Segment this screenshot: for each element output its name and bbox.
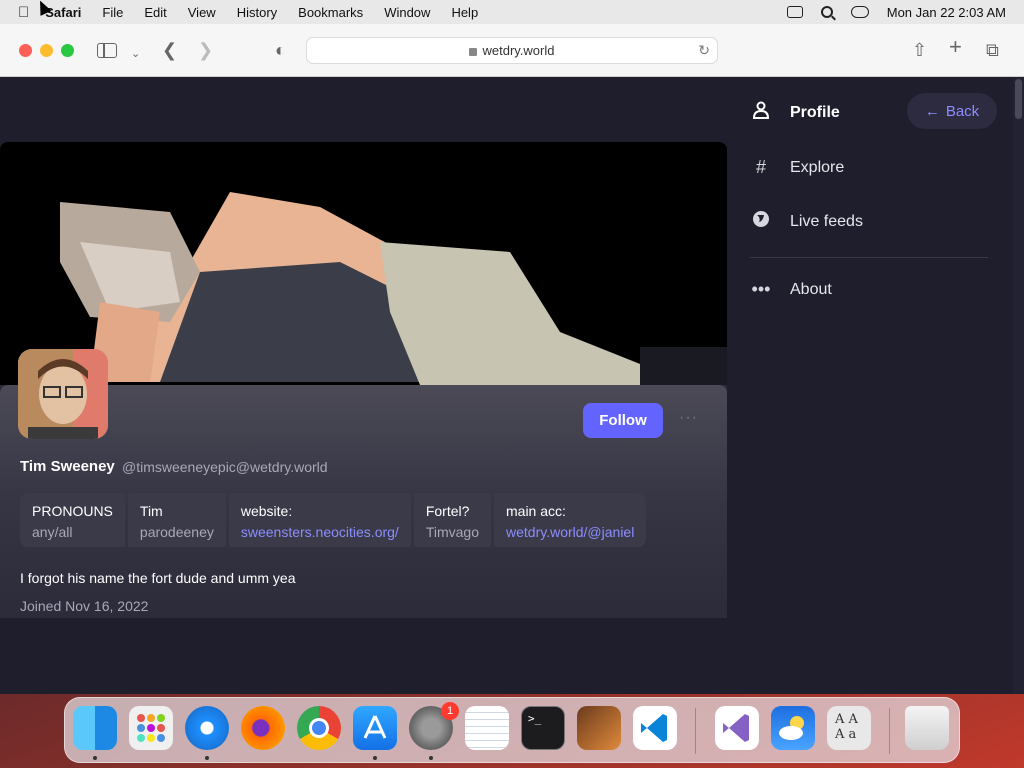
garageband-app-icon[interactable]	[577, 706, 621, 750]
vscode-app-icon[interactable]	[633, 706, 677, 750]
nav-divider	[750, 257, 988, 258]
address-bar[interactable]: wetdry.world ↻	[306, 37, 718, 64]
launchpad-app-icon[interactable]	[129, 706, 173, 750]
lock-icon	[469, 47, 478, 56]
share-icon[interactable]: ⇧	[912, 40, 927, 60]
profile-field: Tim parodeeney	[127, 493, 226, 547]
profile-header-image	[0, 142, 727, 385]
forward-nav-icon[interactable]: ❯	[198, 40, 213, 60]
avatar-image	[18, 349, 108, 439]
running-indicator	[429, 756, 433, 760]
running-indicator	[373, 756, 377, 760]
nav-item-about[interactable]: ••• About	[750, 279, 832, 300]
finder-app-icon[interactable]	[73, 706, 117, 750]
trash-icon[interactable]	[905, 706, 949, 750]
screen-mirroring-icon[interactable]	[786, 6, 803, 18]
dock-separator	[889, 708, 890, 754]
new-tab-icon[interactable]: +	[949, 36, 962, 58]
app-store-app-icon[interactable]	[353, 706, 397, 750]
follow-button[interactable]: Follow	[583, 403, 663, 438]
font-book-app-icon[interactable]: A AA a	[827, 706, 871, 750]
nav-item-label: Explore	[790, 158, 845, 176]
nav-item-label: Profile	[790, 103, 840, 121]
avatar[interactable]	[18, 349, 108, 439]
nav-item-label: About	[790, 280, 832, 298]
menubar-clock[interactable]: Mon Jan 22 2:03 AM	[887, 5, 1006, 20]
safari-toolbar: ⌄ ❮ ❯ ◐ wetdry.world ↻ ⇧ + ⧉	[0, 24, 1024, 77]
zoom-window-button[interactable]	[61, 44, 74, 57]
textedit-app-icon[interactable]	[465, 706, 509, 750]
window-controls	[19, 44, 74, 57]
address-bar-url: wetdry.world	[482, 43, 555, 58]
reload-icon[interactable]: ↻	[698, 38, 710, 63]
person-icon	[750, 101, 772, 124]
tab-overview-icon[interactable]: ⧉	[986, 40, 999, 60]
chevron-down-icon[interactable]: ⌄	[131, 44, 140, 64]
running-indicator	[93, 756, 97, 760]
safari-app-icon[interactable]	[185, 706, 229, 750]
nav-item-label: Live feeds	[790, 212, 863, 230]
close-window-button[interactable]	[19, 44, 32, 57]
dock-separator	[695, 708, 696, 754]
back-button-label: Back	[945, 102, 980, 120]
page-scrollbar[interactable]	[1013, 77, 1024, 694]
nav-item-profile[interactable]: Profile	[750, 101, 840, 124]
scrollbar-thumb[interactable]	[1015, 79, 1022, 119]
back-nav-icon[interactable]: ❮	[162, 40, 177, 60]
header-artwork	[0, 142, 727, 385]
globe-icon	[750, 210, 772, 233]
field-name: Fortel?	[425, 503, 470, 519]
menu-file[interactable]: File	[102, 5, 123, 20]
profile-field: Fortel? Timvago	[413, 493, 491, 547]
macos-dock: 1 >_ A AA a	[64, 697, 960, 763]
sidebar-toggle-icon[interactable]	[97, 43, 117, 58]
arrow-left-icon: ←	[924, 102, 940, 120]
minimize-window-button[interactable]	[40, 44, 53, 57]
nav-item-live-feeds[interactable]: Live feeds	[750, 210, 863, 233]
privacy-shield-icon[interactable]: ◐	[275, 40, 286, 60]
back-button[interactable]: ← Back	[907, 93, 997, 129]
spotlight-search-icon[interactable]	[820, 6, 833, 18]
profile-field: main acc: wetdry.world/@janiel	[494, 493, 647, 547]
field-value: Timvago	[425, 524, 479, 540]
menu-edit[interactable]: Edit	[144, 5, 166, 20]
firefox-app-icon[interactable]	[241, 706, 285, 750]
field-value: any/all	[32, 524, 73, 540]
menu-bookmarks[interactable]: Bookmarks	[298, 5, 363, 20]
profile-fields: PRONOUNS any/all Tim parodeeney website:…	[20, 493, 647, 547]
profile-field: website: sweensters.neocities.org/	[228, 493, 411, 547]
terminal-app-icon[interactable]: >_	[521, 706, 565, 750]
field-name: Tim	[139, 503, 163, 519]
more-options-button[interactable]: ···	[679, 409, 698, 427]
menu-app-name[interactable]: Safari	[45, 5, 81, 20]
field-name: PRONOUNS	[32, 503, 113, 519]
chrome-app-icon[interactable]	[297, 706, 341, 750]
running-indicator	[205, 756, 209, 760]
menu-history[interactable]: History	[237, 5, 277, 20]
macos-menu-bar:  Safari File Edit View History Bookmark…	[0, 0, 1024, 24]
ellipsis-icon: •••	[751, 279, 771, 299]
weather-app-icon[interactable]	[771, 706, 815, 750]
hashtag-icon: #	[755, 157, 766, 177]
field-name: website:	[240, 503, 293, 519]
profile-joined-date: Joined Nov 16, 2022	[20, 598, 149, 614]
menu-view[interactable]: View	[188, 5, 216, 20]
field-value: parodeeney	[139, 524, 214, 540]
menu-help[interactable]: Help	[451, 5, 478, 20]
profile-display-name: Tim Sweeney	[20, 458, 115, 475]
nav-item-explore[interactable]: # Explore	[750, 157, 844, 178]
profile-bio: I forgot his name the fort dude and umm …	[20, 570, 296, 586]
profile-field: PRONOUNS any/all	[20, 493, 125, 547]
visual-studio-app-icon[interactable]	[715, 706, 759, 750]
menu-window[interactable]: Window	[384, 5, 430, 20]
web-page: Follow ··· Tim Sweeney @timsweeneyepic@w…	[0, 77, 1024, 694]
main-account-link[interactable]: wetdry.world/@janiel	[506, 524, 634, 540]
apple-icon[interactable]: 	[18, 4, 29, 21]
notification-badge: 1	[441, 702, 459, 720]
control-center-icon[interactable]	[850, 6, 869, 18]
website-link[interactable]: sweensters.neocities.org/	[241, 524, 399, 540]
profile-handle: @timsweeneyepic@wetdry.world	[122, 459, 328, 475]
field-name: main acc:	[506, 503, 566, 519]
